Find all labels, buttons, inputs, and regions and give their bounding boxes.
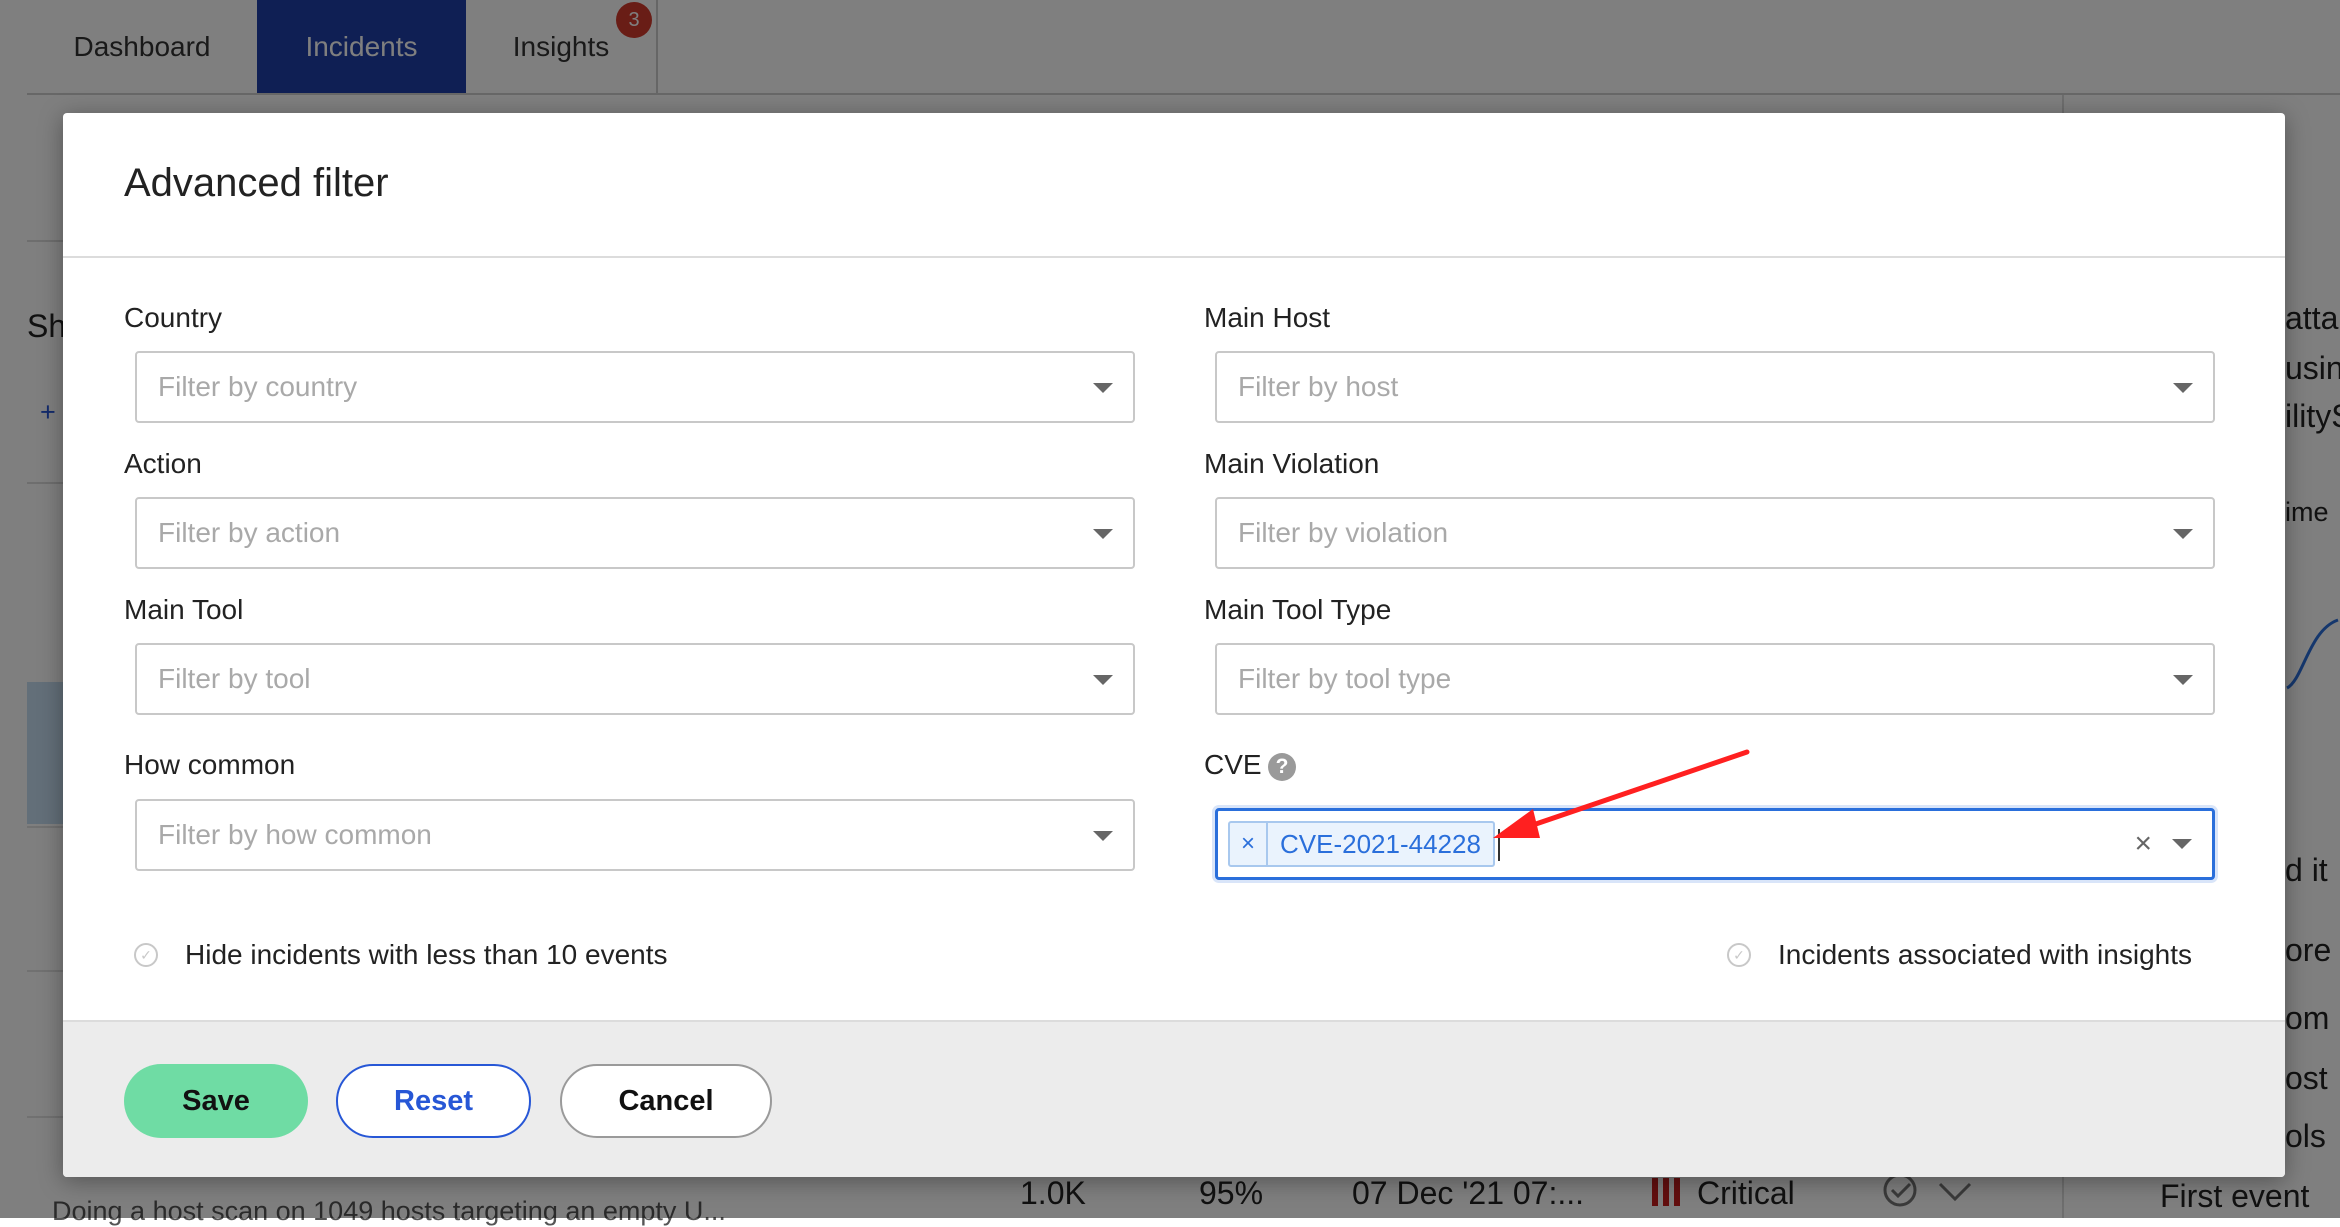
- action-label: Action: [124, 448, 202, 479]
- main-violation-placeholder: Filter by violation: [1238, 517, 1449, 548]
- action-select[interactable]: Filter by action: [135, 497, 1135, 569]
- how-common-placeholder: Filter by how common: [158, 819, 432, 850]
- main-tool-type-label: Main Tool Type: [1204, 594, 1392, 625]
- modal-title: Advanced filter: [124, 161, 389, 205]
- main-host-placeholder: Filter by host: [1238, 371, 1399, 402]
- cve-multiselect[interactable]: × CVE-2021-44228 ×: [1215, 808, 2215, 880]
- main-host-select[interactable]: Filter by host: [1215, 351, 2215, 423]
- modal-footer: Save Reset Cancel: [63, 1020, 2285, 1177]
- clear-icon[interactable]: ×: [2134, 829, 2152, 859]
- insights-incidents-label: Incidents associated with insights: [1778, 939, 2192, 970]
- cve-chip: × CVE-2021-44228: [1228, 821, 1495, 867]
- help-icon[interactable]: ?: [1268, 753, 1296, 781]
- reset-button[interactable]: Reset: [336, 1064, 531, 1138]
- hide-small-incidents-toggle[interactable]: ✓ Hide incidents with less than 10 event…: [134, 939, 668, 971]
- main-tool-select[interactable]: Filter by tool: [135, 643, 1135, 715]
- main-tool-label: Main Tool: [124, 594, 244, 625]
- main-violation-label: Main Violation: [1204, 448, 1380, 479]
- main-violation-select[interactable]: Filter by violation: [1215, 497, 2215, 569]
- chip-remove-icon[interactable]: ×: [1230, 823, 1268, 865]
- chevron-down-icon[interactable]: [2172, 839, 2192, 849]
- main-host-label: Main Host: [1204, 302, 1331, 333]
- country-select[interactable]: Filter by country: [135, 351, 1135, 423]
- check-circle-icon[interactable]: ✓: [1727, 943, 1751, 967]
- chevron-down-icon[interactable]: [1093, 529, 1113, 539]
- advanced-filter-modal: Advanced filter Country Filter by countr…: [63, 113, 2285, 1177]
- chevron-down-icon[interactable]: [2173, 529, 2193, 539]
- chevron-down-icon[interactable]: [2173, 675, 2193, 685]
- cancel-button[interactable]: Cancel: [560, 1064, 772, 1138]
- country-label: Country: [124, 302, 223, 333]
- cve-chip-label: CVE-2021-44228: [1280, 828, 1481, 859]
- chevron-down-icon[interactable]: [2173, 383, 2193, 393]
- main-tool-type-placeholder: Filter by tool type: [1238, 663, 1452, 694]
- how-common-select[interactable]: Filter by how common: [135, 799, 1135, 871]
- hide-small-incidents-label: Hide incidents with less than 10 events: [185, 939, 668, 970]
- country-placeholder: Filter by country: [158, 371, 358, 402]
- how-common-label: How common: [124, 749, 296, 780]
- chevron-down-icon[interactable]: [1093, 831, 1113, 841]
- action-placeholder: Filter by action: [158, 517, 341, 548]
- cve-label: CVE: [1204, 749, 1262, 780]
- save-button[interactable]: Save: [124, 1064, 308, 1138]
- main-tool-placeholder: Filter by tool: [158, 663, 311, 694]
- check-circle-icon[interactable]: ✓: [134, 943, 158, 967]
- chevron-down-icon[interactable]: [1093, 675, 1113, 685]
- insights-incidents-toggle[interactable]: ✓ Incidents associated with insights: [1727, 939, 2192, 971]
- chevron-down-icon[interactable]: [1093, 383, 1113, 393]
- modal-header-divider: [63, 256, 2285, 258]
- main-tool-type-select[interactable]: Filter by tool type: [1215, 643, 2215, 715]
- text-cursor: [1498, 829, 1500, 861]
